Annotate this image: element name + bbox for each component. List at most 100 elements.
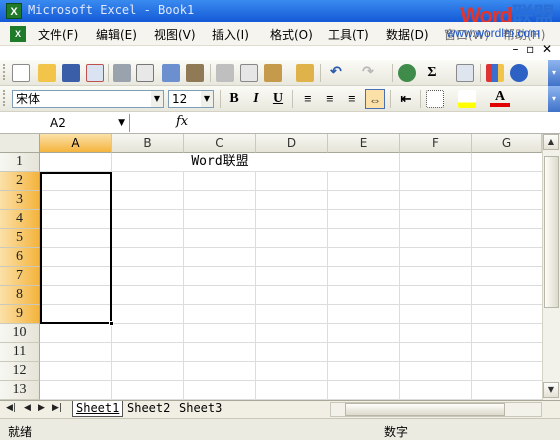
scroll-up-icon[interactable]: ▲: [543, 134, 559, 150]
redo-icon[interactable]: ↷: [358, 63, 378, 83]
close-icon[interactable]: ✕: [542, 42, 552, 56]
print-icon[interactable]: [113, 64, 131, 82]
row-header-7[interactable]: 7: [0, 267, 40, 286]
fill-handle[interactable]: [109, 321, 114, 326]
select-all-corner[interactable]: [0, 134, 40, 153]
name-box-value: A2: [50, 116, 66, 130]
italic-button[interactable]: I: [246, 89, 266, 109]
row-header-13[interactable]: 13: [0, 381, 40, 400]
open-icon[interactable]: [38, 64, 56, 82]
vertical-scrollbar[interactable]: ▲ ▼: [542, 134, 560, 400]
name-box[interactable]: A2 ▼: [2, 114, 130, 132]
column-header-c[interactable]: C: [184, 134, 256, 153]
menu-format[interactable]: 格式(O): [270, 26, 313, 43]
restore-icon[interactable]: ▫: [526, 42, 534, 56]
window-title: Microsoft Excel - Book1: [28, 3, 195, 17]
first-sheet-icon[interactable]: ◀|: [6, 403, 16, 413]
print-preview-icon[interactable]: [136, 64, 154, 82]
row-header-11[interactable]: 11: [0, 343, 40, 362]
fill-color-icon[interactable]: [458, 90, 476, 108]
bold-button[interactable]: B: [224, 89, 244, 109]
row-header-5[interactable]: 5: [0, 229, 40, 248]
cell-grid[interactable]: [40, 153, 542, 400]
toolbar-grip[interactable]: [3, 64, 6, 80]
paste-icon[interactable]: [264, 64, 282, 82]
chevron-down-icon[interactable]: ▼: [151, 91, 163, 107]
menu-view[interactable]: 视图(V): [154, 26, 196, 43]
cut-icon[interactable]: [216, 64, 234, 82]
chart-wizard-icon[interactable]: [486, 64, 504, 82]
prev-sheet-icon[interactable]: ◀: [24, 403, 31, 413]
window-controls: – ▫ ✕: [513, 42, 552, 56]
menu-edit[interactable]: 编辑(E): [96, 26, 137, 43]
row-header-3[interactable]: 3: [0, 191, 40, 210]
font-color-icon[interactable]: A: [490, 89, 510, 107]
column-header-b[interactable]: B: [112, 134, 184, 153]
help-icon[interactable]: [510, 64, 528, 82]
new-icon[interactable]: [12, 64, 30, 82]
toolbar-separator: [420, 90, 421, 108]
font-size-combo[interactable]: 12 ▼: [168, 90, 214, 108]
chevron-down-icon[interactable]: ▼: [201, 91, 213, 107]
align-center-icon[interactable]: ≡: [320, 89, 340, 109]
menu-insert[interactable]: 插入(I): [212, 26, 249, 43]
toolbar-separator: [108, 64, 109, 82]
toolbar-grip[interactable]: [3, 90, 6, 106]
row-header-1[interactable]: 1: [0, 153, 40, 172]
column-header-g[interactable]: G: [472, 134, 542, 153]
sheet-tab-sheet1[interactable]: Sheet1: [72, 401, 124, 417]
underline-button[interactable]: U: [268, 89, 288, 109]
research-icon[interactable]: [186, 64, 204, 82]
minimize-icon[interactable]: –: [513, 42, 519, 56]
menu-tools[interactable]: 工具(T): [328, 26, 369, 43]
formatting-toolbar: 宋体 ▼ 12 ▼ B I U ≡ ≡ ≡ ⇔ ⇤ A ▾: [0, 86, 560, 112]
copy-icon[interactable]: [240, 64, 258, 82]
merged-cell-b1-d1[interactable]: Word联盟: [112, 153, 328, 172]
column-header-e[interactable]: E: [328, 134, 400, 153]
excel-app-icon[interactable]: X: [6, 3, 22, 19]
column-header-d[interactable]: D: [256, 134, 328, 153]
status-bar: 就绪 数字: [0, 418, 560, 440]
menu-data[interactable]: 数据(D): [386, 26, 429, 43]
sheet-tab-sheet2[interactable]: Sheet2: [124, 401, 173, 417]
toolbar-separator: [220, 90, 221, 108]
spelling-icon[interactable]: [162, 64, 180, 82]
chevron-down-icon[interactable]: ▼: [118, 114, 125, 132]
next-sheet-icon[interactable]: ▶: [38, 403, 45, 413]
row-header-10[interactable]: 10: [0, 324, 40, 343]
horizontal-scrollbar[interactable]: [330, 402, 542, 417]
sort-ascending-icon[interactable]: [456, 64, 474, 82]
row-header-6[interactable]: 6: [0, 248, 40, 267]
row-header-12[interactable]: 12: [0, 362, 40, 381]
font-name-combo[interactable]: 宋体 ▼: [12, 90, 164, 108]
watermark-logo: Word联盟: [460, 0, 555, 22]
column-header-a[interactable]: A: [40, 134, 112, 153]
sheet-tab-sheet3[interactable]: Sheet3: [176, 401, 225, 417]
save-icon[interactable]: [62, 64, 80, 82]
selection-range-a2-a9[interactable]: [40, 172, 112, 324]
row-header-2[interactable]: 2: [0, 172, 40, 191]
scroll-down-icon[interactable]: ▼: [543, 382, 559, 398]
vertical-scroll-thumb[interactable]: [544, 156, 559, 308]
merge-center-icon[interactable]: ⇔: [365, 89, 385, 109]
permission-icon[interactable]: [86, 64, 104, 82]
row-header-9[interactable]: 9: [0, 305, 40, 324]
toolbar-options-chevron-icon[interactable]: ▾: [548, 60, 560, 86]
borders-icon[interactable]: [426, 90, 444, 108]
autosum-icon[interactable]: Σ: [422, 63, 442, 83]
workbook-icon[interactable]: X: [10, 26, 26, 42]
horizontal-scroll-thumb[interactable]: [345, 403, 505, 416]
menu-file[interactable]: 文件(F): [38, 26, 78, 43]
column-header-f[interactable]: F: [400, 134, 472, 153]
format-painter-icon[interactable]: [296, 64, 314, 82]
toolbar-options-chevron-icon[interactable]: ▾: [548, 86, 560, 112]
align-left-icon[interactable]: ≡: [298, 89, 318, 109]
hyperlink-icon[interactable]: [398, 64, 416, 82]
decrease-indent-icon[interactable]: ⇤: [396, 89, 416, 109]
row-header-4[interactable]: 4: [0, 210, 40, 229]
insert-function-icon[interactable]: fx: [176, 114, 188, 129]
last-sheet-icon[interactable]: ▶|: [52, 403, 62, 413]
row-header-8[interactable]: 8: [0, 286, 40, 305]
align-right-icon[interactable]: ≡: [342, 89, 362, 109]
undo-icon[interactable]: ↶: [326, 63, 346, 83]
